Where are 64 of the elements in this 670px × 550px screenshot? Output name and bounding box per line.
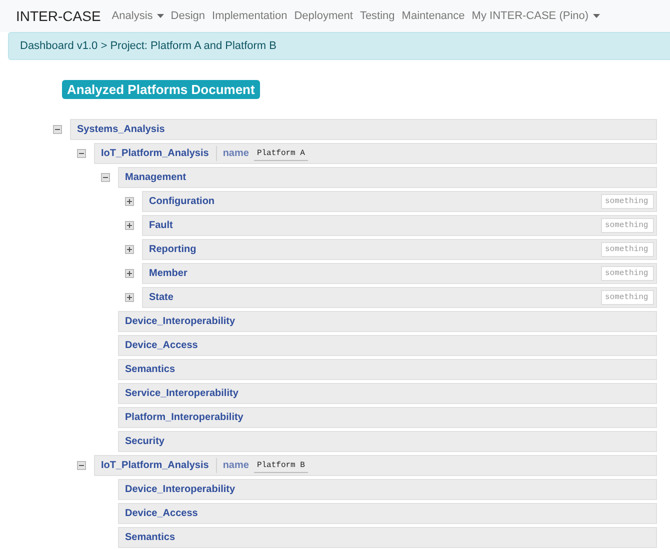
expand-toggle[interactable] (125, 197, 134, 206)
attribute-value: Platform B (254, 458, 308, 472)
node-label: Semantics (125, 364, 176, 375)
node-label: State (149, 292, 174, 303)
node-label: IoT_Platform_Analysis (101, 148, 209, 159)
node-label: Device_Access (125, 508, 198, 519)
value-field[interactable]: something (601, 194, 654, 209)
collapse-toggle[interactable] (77, 149, 86, 158)
node-label: Device_Access (125, 340, 198, 351)
tree-node[interactable]: Device_Interoperability (118, 479, 657, 500)
tree-node[interactable]: Member something (142, 263, 657, 284)
breadcrumb: Dashboard v1.0 > Project: Platform A and Platform B (20, 40, 276, 52)
node-label: Semantics (125, 532, 176, 543)
node-label: Management (125, 172, 186, 183)
node-label: Fault (149, 220, 173, 231)
value-field[interactable]: something (601, 290, 654, 305)
collapse-toggle[interactable] (53, 125, 62, 134)
tree-node[interactable]: Platform_Interoperability (118, 407, 657, 428)
tree-node[interactable]: Service_Interoperability (118, 383, 657, 404)
tree-node[interactable]: Device_Access (118, 335, 657, 356)
node-label: Device_Interoperability (125, 484, 236, 495)
value-field[interactable]: something (601, 218, 654, 233)
tree-node[interactable]: Device_Access (118, 503, 657, 524)
expand-toggle[interactable] (125, 293, 134, 302)
collapse-toggle[interactable] (77, 461, 86, 470)
node-label: Systems_Analysis (77, 124, 165, 135)
nav-link[interactable]: Testing (360, 10, 395, 22)
attribute-value: Platform A (254, 146, 308, 160)
node-label: Reporting (149, 244, 196, 255)
tree-node[interactable]: State something (142, 287, 657, 308)
tree-node[interactable]: IoT_Platform_Analysis name Platform B (94, 455, 657, 476)
node-label: IoT_Platform_Analysis (101, 460, 209, 471)
page-title: Analyzed Platforms Document (62, 80, 260, 99)
tree-node[interactable]: Security (118, 431, 657, 452)
tree-node[interactable]: Reporting something (142, 239, 657, 260)
node-label: Member (149, 268, 188, 279)
nav-link[interactable]: Design (170, 10, 206, 22)
node-label: Device_Interoperability (125, 316, 236, 327)
tree-node[interactable]: Semantics (118, 359, 657, 380)
expand-toggle[interactable] (125, 269, 134, 278)
attribute-name: name (222, 460, 249, 471)
nav-link[interactable]: Implementation (212, 10, 288, 22)
nav-link[interactable]: Deployment (294, 10, 353, 22)
node-label: Security (125, 436, 164, 447)
nav-link[interactable]: Maintenance (402, 10, 465, 22)
nav-link[interactable]: Analysis (112, 10, 164, 22)
collapse-toggle[interactable] (101, 173, 110, 182)
value-field[interactable]: something (601, 242, 654, 257)
tree-node[interactable]: Fault something (142, 215, 657, 236)
tree-node[interactable]: Management (118, 167, 657, 188)
tree-node[interactable]: Semantics (118, 527, 657, 548)
node-label: Configuration (149, 196, 215, 207)
tree-node[interactable]: Configuration something (142, 191, 657, 212)
node-label: Service_Interoperability (125, 388, 238, 399)
nav-link[interactable]: My INTER-CASE (Pino) (472, 10, 600, 22)
tree-node[interactable]: IoT_Platform_Analysis name Platform A (94, 143, 657, 164)
brand[interactable]: INTER-CASE (16, 8, 101, 24)
tree-node[interactable]: Device_Interoperability (118, 311, 657, 332)
value-field[interactable]: something (601, 266, 654, 281)
attribute-name: name (222, 148, 249, 159)
tree-node[interactable]: Systems_Analysis (70, 119, 657, 140)
expand-toggle[interactable] (125, 245, 134, 254)
node-label: Platform_Interoperability (125, 412, 244, 423)
expand-toggle[interactable] (125, 221, 134, 230)
